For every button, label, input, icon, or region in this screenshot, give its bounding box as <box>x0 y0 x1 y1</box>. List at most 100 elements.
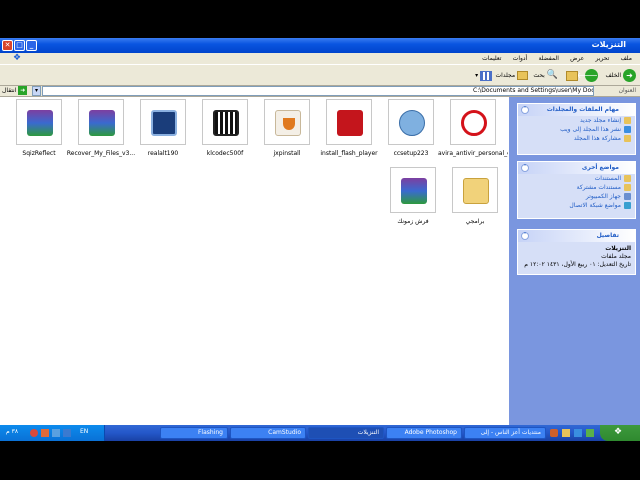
quicklaunch-desktop-icon[interactable] <box>586 429 594 437</box>
tray-flash-icon[interactable] <box>41 429 49 437</box>
quicklaunch-firefox-icon[interactable] <box>550 429 558 437</box>
minimize-button[interactable]: _ <box>26 40 37 51</box>
place-shared-documents[interactable]: مستندات مشتركة <box>518 183 635 192</box>
address-dropdown-icon[interactable]: ▾ <box>32 86 41 96</box>
documents-icon <box>624 175 631 182</box>
window-title: التنزيلات <box>591 40 626 49</box>
tasks-title: مهام الملفات والمجلدات <box>546 106 619 113</box>
task-pane: مهام الملفات والمجلدات ˄ إنشاء مجلد جديد… <box>509 97 640 425</box>
chevron-up-icon[interactable]: ˄ <box>521 106 529 114</box>
file-icon-java[interactable] <box>264 99 310 145</box>
place-label: مواضع شبكة الاتصال <box>569 202 621 209</box>
maximize-button[interactable]: □ <box>14 40 25 51</box>
file-icon-sqizreflect[interactable] <box>16 99 62 145</box>
start-button[interactable]: ❖ <box>600 425 640 441</box>
address-input[interactable]: C:\Documents and Settings\user\My Docume… <box>42 86 594 96</box>
place-network[interactable]: مواضع شبكة الاتصال <box>518 201 635 210</box>
details-title: تفاصيل <box>596 232 619 239</box>
other-places: مواضع أخرى ˄ المستندات مستندات مشتركة جه… <box>517 161 636 219</box>
file-view[interactable]: SqizReflect Recover_My_Files_v3... reala… <box>0 97 509 425</box>
taskbar-button-flashing[interactable]: Flashing <box>160 427 228 439</box>
file-label[interactable]: jxpinstall <box>252 150 322 157</box>
places-header[interactable]: مواضع أخرى ˄ <box>518 162 635 174</box>
new-folder-icon <box>624 117 631 124</box>
file-label[interactable]: فرش زمونك <box>378 218 448 225</box>
menu-edit[interactable]: تحرير <box>596 53 610 64</box>
views-dropdown-icon: ▾ <box>475 72 479 79</box>
details: تفاصيل ˄ التنزيلات مجلد ملفات تاريخ التع… <box>517 229 636 275</box>
views-button[interactable]: ▾ <box>475 68 492 83</box>
address-label: العنوان <box>618 87 636 94</box>
system-tray: ٣٨ م EN <box>0 425 105 441</box>
up-folder-icon <box>566 70 578 81</box>
taskbar-button-downloads[interactable]: التنزيلات <box>308 427 384 439</box>
menu-favorites[interactable]: المفضلة <box>538 53 558 64</box>
toolbar: ➜ الخلف 🡐 🔍 بحث مجلدات ▾ <box>0 64 640 86</box>
file-label[interactable]: Recover_My_Files_v3... <box>66 150 136 157</box>
file-icon-avira[interactable] <box>450 99 496 145</box>
search-label: بحث <box>533 72 545 79</box>
file-icon-recover[interactable] <box>78 99 124 145</box>
file-icon-realalt[interactable] <box>140 99 186 145</box>
place-my-documents[interactable]: المستندات <box>518 174 635 183</box>
file-label[interactable]: avira_antivir_personal_en <box>438 150 508 157</box>
taskbar-button-camstudio[interactable]: CamStudio <box>230 427 306 439</box>
share-folder-icon <box>624 135 631 142</box>
clock[interactable]: ٣٨ م <box>6 428 18 435</box>
file-icon-archive[interactable] <box>390 167 436 213</box>
taskbar-button-photoshop[interactable]: Adobe Photoshop <box>386 427 462 439</box>
back-button[interactable]: ➜ الخلف <box>605 68 636 83</box>
up-folder-button[interactable] <box>566 68 578 83</box>
place-label: جهاز الكمبيوتر <box>585 193 621 200</box>
go-arrow-icon: ➜ <box>18 86 28 95</box>
menu-view[interactable]: عرض <box>570 53 584 64</box>
tray-avira-icon[interactable] <box>30 429 38 437</box>
folder-label[interactable]: برامجي <box>440 218 510 225</box>
details-name: التنزيلات <box>605 245 631 252</box>
menu-help[interactable]: تعليمات <box>482 53 501 64</box>
file-label[interactable]: realalt190 <box>128 150 198 157</box>
tray-volume-icon[interactable] <box>63 429 71 437</box>
tray-network-icon[interactable] <box>52 429 60 437</box>
go-button[interactable]: ➜ انتقال <box>2 86 28 96</box>
file-label[interactable]: klcodec500f <box>190 150 260 157</box>
quicklaunch-folder-icon[interactable] <box>562 429 570 437</box>
task-label: نشر هذا المجلد إلى ويب <box>560 126 621 133</box>
task-publish-web[interactable]: نشر هذا المجلد إلى ويب <box>518 125 635 134</box>
forward-button[interactable]: 🡐 <box>577 68 598 83</box>
search-button[interactable]: 🔍 بحث <box>533 68 558 83</box>
folders-label: مجلدات <box>495 72 516 79</box>
menu-file[interactable]: ملف <box>621 53 632 64</box>
go-label: انتقال <box>2 87 17 94</box>
search-icon: 🔍 <box>546 70 558 80</box>
task-new-folder[interactable]: إنشاء مجلد جديد <box>518 116 635 125</box>
folders-button[interactable]: مجلدات <box>496 68 528 83</box>
tasks-header[interactable]: مهام الملفات والمجلدات ˄ <box>518 104 635 116</box>
place-my-computer[interactable]: جهاز الكمبيوتر <box>518 192 635 201</box>
details-header[interactable]: تفاصيل ˄ <box>518 230 635 242</box>
chevron-up-icon[interactable]: ˄ <box>521 232 529 240</box>
back-label: الخلف <box>605 72 622 79</box>
task-label: مشاركة هذا المجلد <box>573 135 621 142</box>
window-titlebar[interactable]: التنزيلات ✕ □ _ <box>0 38 640 53</box>
views-icon <box>480 70 492 81</box>
file-label[interactable]: SqizReflect <box>4 150 74 157</box>
publish-web-icon <box>624 126 631 133</box>
file-label[interactable]: install_flash_player <box>314 150 384 157</box>
file-label[interactable]: ccsetup223 <box>376 150 446 157</box>
task-share-folder[interactable]: مشاركة هذا المجلد <box>518 134 635 143</box>
file-icon-ccsetup[interactable] <box>388 99 434 145</box>
taskbar-button-forum[interactable]: منتديات أعز الناس - إلى <box>464 427 546 439</box>
language-indicator[interactable]: EN <box>80 428 88 435</box>
menu-tools[interactable]: أدوات <box>513 53 528 64</box>
back-arrow-icon: ➜ <box>623 69 636 82</box>
file-icon-flash[interactable] <box>326 99 372 145</box>
folders-icon <box>517 71 528 80</box>
chevron-up-icon[interactable]: ˄ <box>521 164 529 172</box>
quicklaunch-ie-icon[interactable] <box>574 429 582 437</box>
task-label: إنشاء مجلد جديد <box>579 117 621 124</box>
places-title: مواضع أخرى <box>581 164 619 171</box>
file-icon-klcodec[interactable] <box>202 99 248 145</box>
close-button[interactable]: ✕ <box>2 40 13 51</box>
folder-icon-myprograms[interactable] <box>452 167 498 213</box>
